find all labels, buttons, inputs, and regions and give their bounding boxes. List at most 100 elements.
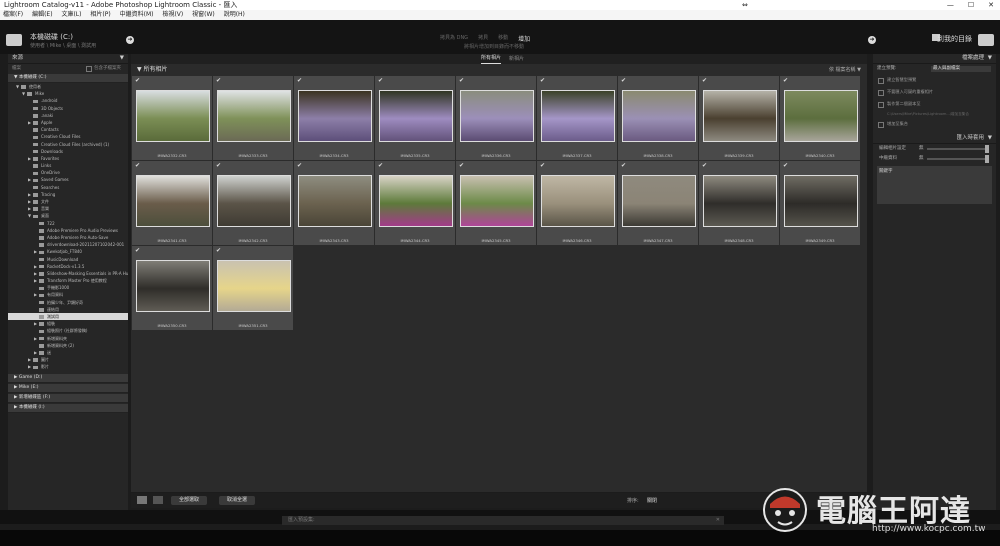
photo-cell[interactable]: ✔ IMWA2350.CR3 (132, 246, 213, 331)
grid-sort[interactable]: 依 檔案名稱 ▼ (829, 64, 861, 76)
develop-settings-track[interactable] (927, 148, 987, 150)
develop-settings-handle[interactable] (985, 145, 989, 153)
minimize-icon[interactable]: — (947, 0, 954, 10)
photo-thumbnail[interactable] (298, 175, 372, 227)
photo-cell[interactable]: ✔ IMWA2343.CR3 (294, 161, 375, 246)
menu-view[interactable]: 檢視(V) (162, 11, 183, 18)
folder-item[interactable]: ▶ 文件 (8, 198, 128, 205)
folder-item[interactable]: ▶ Favorites (8, 155, 128, 162)
include-checkbox[interactable]: ✔ (297, 162, 302, 169)
folder-item[interactable]: Links (8, 162, 128, 169)
close-icon[interactable]: ✕ (988, 0, 994, 10)
folder-item[interactable]: driverdownload-20211207102042-001 (8, 241, 128, 248)
photo-thumbnail[interactable] (217, 260, 291, 312)
folder-item[interactable]: 拍攝少年、尹類好奇 (8, 299, 128, 306)
photo-cell[interactable]: ✔ IMWA2334.CR3 (294, 76, 375, 161)
folder-item[interactable]: Adobe Premiere Pro Audio Previews (8, 227, 128, 234)
smart-previews-checkbox[interactable] (878, 78, 884, 84)
grid-view-icon[interactable] (137, 496, 147, 504)
folder-item[interactable]: 連結用 (8, 306, 128, 313)
include-checkbox[interactable]: ✔ (783, 162, 788, 169)
keywords-field[interactable]: 關鍵字 (877, 166, 992, 204)
photo-thumbnail[interactable] (136, 90, 210, 142)
source-drive-icon[interactable] (6, 34, 22, 46)
import-preset-field[interactable]: 匯入預設集: ✕ (282, 516, 724, 525)
photo-cell[interactable]: ✔ IMWA2341.CR3 (132, 161, 213, 246)
folder-item[interactable]: ▼ 使用者 (8, 83, 128, 90)
folder-item[interactable]: ▶ 新增資料夾 (8, 335, 128, 342)
include-checkbox[interactable]: ✔ (702, 162, 707, 169)
photo-cell[interactable]: ✔ IMWA2346.CR3 (537, 161, 618, 246)
include-checkbox[interactable]: ✔ (621, 162, 626, 169)
add-to-collection-checkbox[interactable] (878, 122, 884, 128)
folder-item[interactable]: Creative Cloud Files (8, 133, 128, 140)
metadata-handle[interactable] (985, 155, 989, 163)
tab-all-photos[interactable]: 所有相片 (481, 54, 502, 64)
photo-cell[interactable]: ✔ IMWA2351.CR3 (213, 246, 294, 331)
include-checkbox[interactable]: ✔ (216, 77, 221, 84)
include-checkbox[interactable]: ✔ (783, 77, 788, 84)
check-all-button[interactable]: 全部選取 (171, 496, 208, 505)
folder-item[interactable]: ▶ 有用資料 (8, 291, 128, 298)
folder-item[interactable]: ▶ 圖片 (8, 356, 128, 363)
folder-item[interactable]: 組裝照片 (社群將發稿) (8, 327, 128, 334)
photo-cell[interactable]: ✔ IMWA2338.CR3 (618, 76, 699, 161)
include-checkbox[interactable]: ✔ (702, 77, 707, 84)
menu-edit[interactable]: 編輯(E) (32, 11, 52, 18)
menu-metadata[interactable]: 中繼資料(M) (120, 11, 154, 18)
include-checkbox[interactable]: ✔ (459, 77, 464, 84)
menu-help[interactable]: 說明(H) (224, 11, 245, 18)
apply-header[interactable]: 匯入時套用 ▼ (873, 134, 996, 144)
menu-library[interactable]: 文庫(L) (61, 11, 81, 18)
photo-thumbnail[interactable] (460, 175, 534, 227)
build-previews-select[interactable]: 最入與副檔案 (931, 66, 991, 72)
photo-thumbnail[interactable] (703, 175, 777, 227)
sort-select[interactable]: 關閉 (647, 497, 657, 504)
photo-cell[interactable]: ✔ IMWA2337.CR3 (537, 76, 618, 161)
source-title[interactable]: 本機磁碟 (C:) (30, 32, 73, 42)
resize-icon[interactable]: ⇔ (742, 0, 748, 10)
folder-item[interactable]: MusicDownload (8, 256, 128, 263)
clear-icon[interactable]: ✕ (716, 516, 720, 525)
photo-thumbnail[interactable] (379, 175, 453, 227)
no-duplicates-checkbox[interactable] (878, 90, 884, 96)
folder-item[interactable]: ▶ 迷 (8, 349, 128, 356)
photo-thumbnail[interactable] (622, 90, 696, 142)
volume-item[interactable]: ▶ 新增磁碟區 (F:) (8, 393, 128, 403)
folder-item[interactable]: Downloads (8, 148, 128, 155)
photo-cell[interactable]: ✔ IMWA2340.CR3 (780, 76, 861, 161)
include-checkbox[interactable]: ✔ (135, 162, 140, 169)
folder-item[interactable]: ▶ Apple (8, 119, 128, 126)
include-checkbox[interactable]: ✔ (621, 77, 626, 84)
photo-cell[interactable]: ✔ IMWA2336.CR3 (456, 76, 537, 161)
folder-item[interactable]: 手機影1000 (8, 284, 128, 291)
folder-item[interactable]: OneDrive (8, 169, 128, 176)
photo-cell[interactable]: ✔ IMWA2333.CR3 (213, 76, 294, 161)
file-handling-header[interactable]: 檔案處理 ▼ (873, 54, 996, 64)
folder-item[interactable]: ▶ 組裝 (8, 320, 128, 327)
folder-item[interactable]: ▶ Tracing (8, 191, 128, 198)
folder-item[interactable]: ▶ RocketDock-v1.3.5 (8, 263, 128, 270)
apply-collapse-icon[interactable]: ▼ (988, 134, 992, 143)
folder-item[interactable]: 測試用 (8, 313, 128, 321)
folder-item[interactable]: ▶ 影片 (8, 363, 128, 370)
folder-item[interactable]: ▶ Kwekotjob_FT840 (8, 248, 128, 255)
folder-item[interactable]: Contacts (8, 126, 128, 133)
volume-item[interactable]: ▶ 本機磁碟 (I:) (8, 403, 128, 413)
include-subfolders-checkbox[interactable] (86, 66, 92, 72)
folder-item[interactable]: ▼ 桌面 (8, 212, 128, 219)
photo-thumbnail[interactable] (622, 175, 696, 227)
second-copy-checkbox[interactable] (878, 102, 884, 108)
photo-thumbnail[interactable] (541, 175, 615, 227)
photo-thumbnail[interactable] (298, 90, 372, 142)
folder-item[interactable]: ▶ Transform Master Pro 使用教程 (8, 277, 128, 284)
photo-cell[interactable]: ✔ IMWA2342.CR3 (213, 161, 294, 246)
folder-item[interactable]: 722 (8, 220, 128, 227)
folder-item[interactable]: ▼ Mike (8, 90, 128, 97)
photo-thumbnail[interactable] (217, 90, 291, 142)
menu-file[interactable]: 檔案(F) (3, 11, 23, 18)
photo-cell[interactable]: ✔ IMWA2344.CR3 (375, 161, 456, 246)
menu-window[interactable]: 視窗(W) (192, 11, 215, 18)
uncheck-all-button[interactable]: 取消全選 (219, 496, 256, 505)
photo-thumbnail[interactable] (217, 175, 291, 227)
